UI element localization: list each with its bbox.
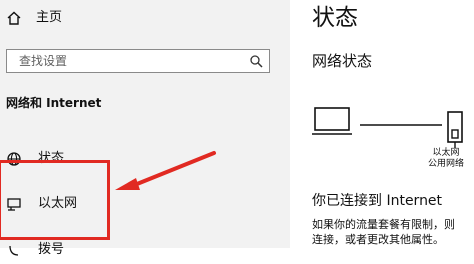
public-network-label: 公用网络 bbox=[427, 159, 464, 169]
section-label: 网络和 Internet bbox=[6, 96, 102, 110]
page-title: 状态 bbox=[312, 5, 358, 31]
search-input[interactable]: 查找设置 bbox=[6, 49, 270, 73]
connected-heading: 你已连接到 Internet bbox=[312, 193, 443, 209]
search-placeholder: 查找设置 bbox=[19, 54, 68, 68]
ethernet-label: 以太网 bbox=[432, 148, 460, 158]
connected-text-line1: 如果你的流量套餐有限制，则 bbox=[312, 218, 455, 231]
connected-text-line2: 连接，或者更改其他属性。 bbox=[312, 233, 444, 246]
network-status-heading: 网络状态 bbox=[312, 52, 373, 70]
home-label: 主页 bbox=[36, 10, 63, 25]
monitor-icon bbox=[312, 107, 352, 135]
connected-text: 如果你的流量套餐有限制，则 连接，或者更改其他属性。 bbox=[312, 217, 474, 247]
sidebar-item-label: 拨号 bbox=[38, 242, 65, 257]
sidebar: 主页 查找设置 网络和 Internet 状态 以太网 拨号 bbox=[0, 0, 290, 257]
search-icon[interactable] bbox=[249, 54, 263, 68]
main-content: 状态 网络状态 以太网 公用网络 你已连接到 Internet 如果你的流量套餐… bbox=[290, 0, 474, 248]
highlight-box bbox=[0, 160, 110, 240]
phone-icon bbox=[9, 245, 19, 256]
home-icon bbox=[7, 11, 21, 25]
annotation-arrow bbox=[115, 151, 216, 190]
sidebar-item-dialup[interactable]: 拨号 bbox=[0, 236, 290, 264]
network-port-icon bbox=[447, 111, 463, 148]
diagram-label: 以太网 公用网络 bbox=[416, 148, 474, 170]
